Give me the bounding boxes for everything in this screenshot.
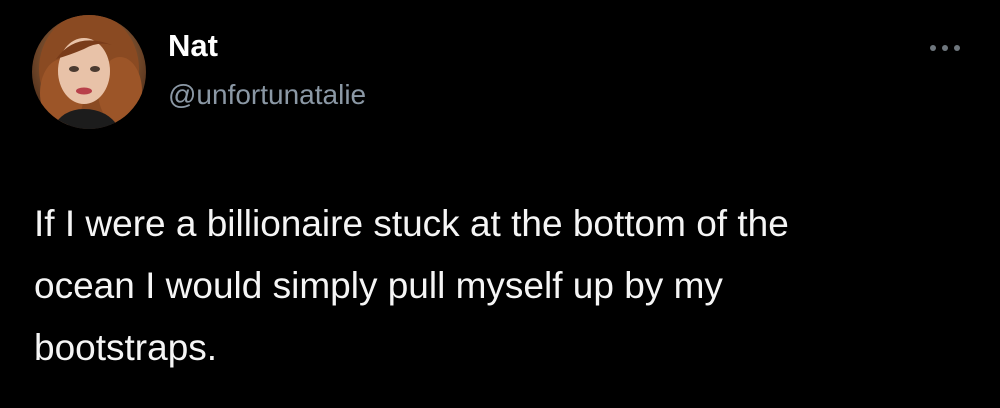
display-name[interactable]: Nat	[168, 28, 366, 64]
more-horizontal-icon	[930, 45, 960, 51]
user-handle[interactable]: @unfortunatalie	[168, 78, 366, 112]
more-options-button[interactable]	[924, 38, 968, 58]
tweet-text: If I were a billionaire stuck at the bot…	[34, 203, 789, 368]
author-info: Nat @unfortunatalie	[168, 28, 366, 112]
avatar[interactable]	[32, 15, 146, 129]
profile-photo-icon	[32, 15, 146, 129]
tweet-card: Nat @unfortunatalie If I were a billiona…	[0, 0, 1000, 408]
